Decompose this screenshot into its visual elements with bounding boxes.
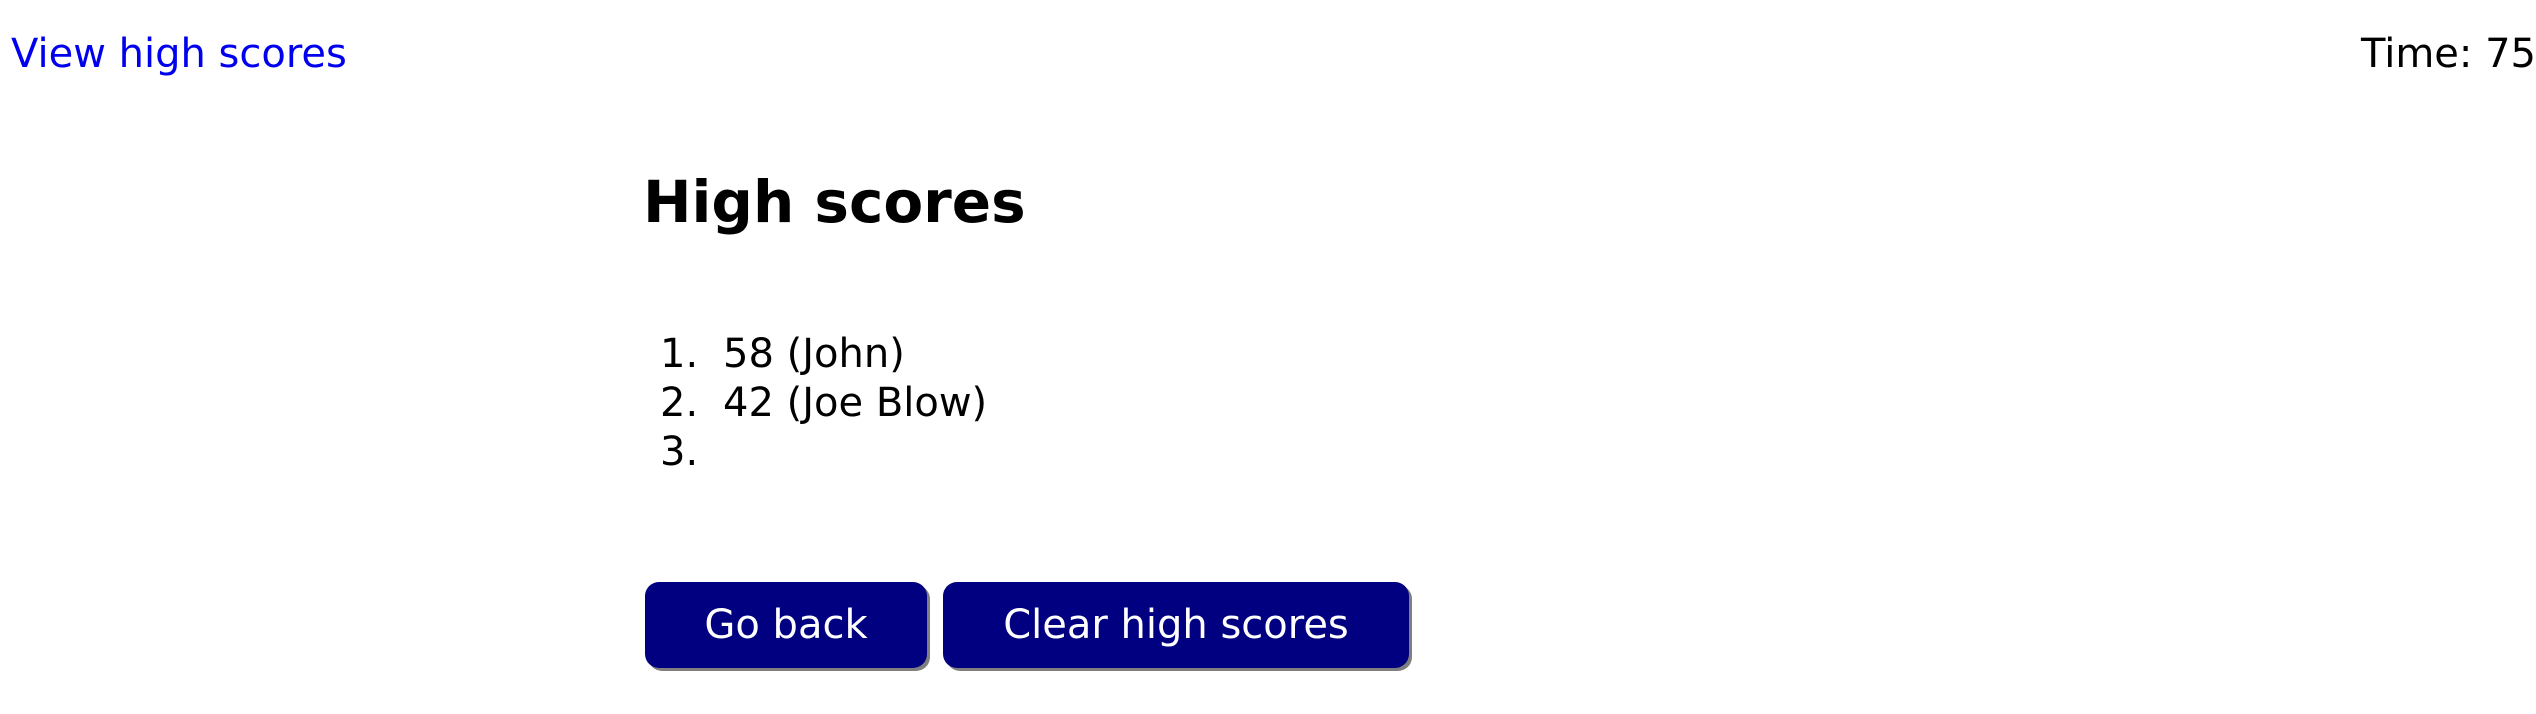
action-buttons: Go back Clear high scores <box>645 582 1409 668</box>
list-item: 3. <box>660 428 987 477</box>
score-entry: 58 (John) <box>723 331 905 377</box>
score-entry: 42 (Joe Blow) <box>723 380 988 426</box>
top-bar: View high scores Time: 75 <box>0 0 2536 110</box>
score-rank: 3. <box>660 429 699 475</box>
score-rank: 1. <box>660 331 699 377</box>
list-item: 1. 58 (John) <box>660 330 987 379</box>
list-item: 2. 42 (Joe Blow) <box>660 379 987 428</box>
score-rank: 2. <box>660 380 699 426</box>
page-title: High scores <box>643 168 1026 236</box>
view-high-scores-link[interactable]: View high scores <box>11 28 347 80</box>
timer: Time: 75 <box>2361 31 2536 77</box>
clear-high-scores-button[interactable]: Clear high scores <box>943 582 1409 668</box>
high-scores-panel: High scores 1. 58 (John) 2. 42 (Joe Blow… <box>643 160 1943 668</box>
go-back-button[interactable]: Go back <box>645 582 927 668</box>
high-scores-list: 1. 58 (John) 2. 42 (Joe Blow) 3. <box>660 330 987 477</box>
